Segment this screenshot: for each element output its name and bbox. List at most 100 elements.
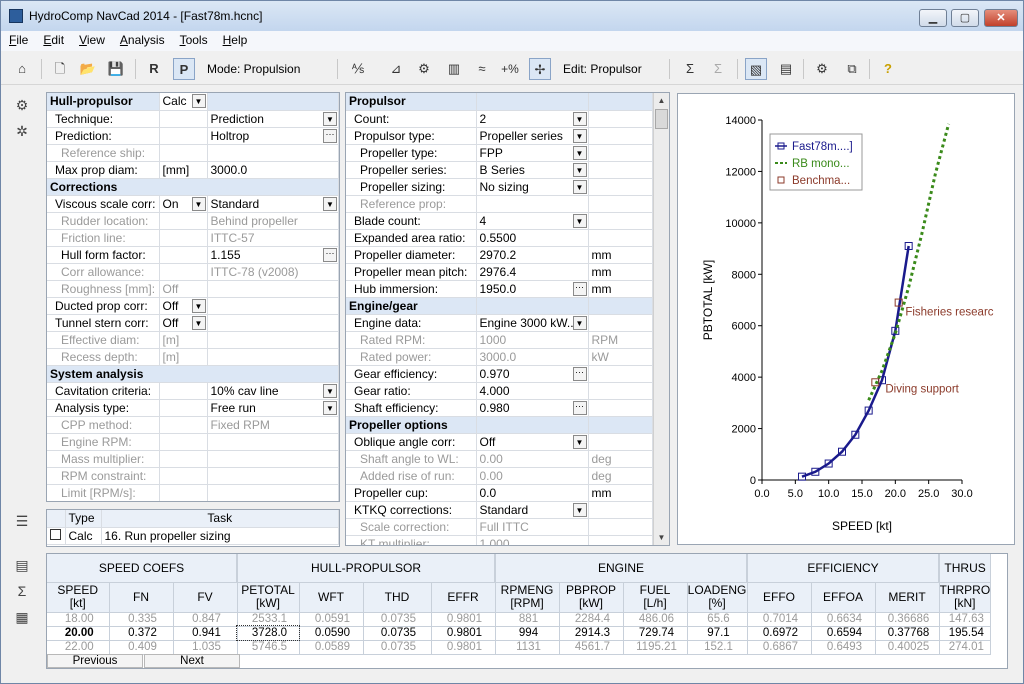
field-value[interactable]: 4.000 [476,382,589,400]
result-cell[interactable]: 994 [495,626,560,641]
field-value[interactable]: Engine 3000 kW... ▼ [476,314,589,332]
field-value[interactable]: 0.0 [476,484,589,502]
result-cell[interactable]: 729.74 [623,626,688,641]
result-cell[interactable]: 0.0735 [363,640,432,655]
dropdown-arrow-icon[interactable]: ▼ [572,213,587,228]
dropdown-arrow-icon[interactable]: ▼ [572,162,587,177]
scroll-down-icon[interactable]: ▼ [654,530,669,545]
hull-edit-icon[interactable]: ⊿ [385,58,407,80]
field-unit[interactable]: Off ▼ [159,314,208,332]
column-header[interactable]: FV [173,582,238,613]
dropdown-arrow-icon[interactable]: ▼ [323,400,337,415]
field-value[interactable]: FPP ▼ [476,144,589,162]
field-value[interactable]: 1.155 ··· [207,246,339,264]
sum-icon[interactable]: Σ [679,58,701,80]
ellipsis-icon[interactable]: ··· [323,247,337,262]
result-cell[interactable]: 0.37768 [875,626,940,641]
propulsor-scrollbar[interactable]: ▲ ▼ [653,93,669,545]
compare-icon[interactable]: ⧉ [841,58,863,80]
engine-icon[interactable]: ⚙ [413,58,435,80]
maximize-button[interactable]: ▢ [951,9,979,27]
result-cell[interactable]: 0.0591 [299,612,364,627]
field-value[interactable]: Prediction ▼ [207,110,339,128]
save-icon[interactable]: 💾 [105,58,127,80]
ellipsis-icon[interactable]: ··· [572,400,587,415]
field-value[interactable]: Off ▼ [476,433,589,451]
result-cell[interactable]: 2284.4 [559,612,624,627]
help-icon[interactable]: ? [877,58,899,80]
result-cell[interactable]: 195.54 [939,626,992,641]
chart-view-icon[interactable]: ▧ [745,58,767,80]
field-value[interactable] [207,314,339,332]
column-header[interactable]: EFFOA [811,582,876,613]
dropdown-arrow-icon[interactable]: ▼ [572,179,587,194]
result-cell[interactable]: 0.9801 [431,612,496,627]
dropdown-arrow-icon[interactable]: ▼ [191,94,206,108]
field-value[interactable]: 4 ▼ [476,212,589,230]
result-cell[interactable]: 1.035 [173,640,238,655]
dropdown-arrow-icon[interactable]: ▼ [572,434,587,449]
field-value[interactable]: 0.5500 [476,229,589,247]
result-cell[interactable]: 0.6972 [747,626,812,641]
next-button[interactable]: Next [144,654,240,668]
column-header[interactable]: EFFR [431,582,496,613]
minimize-button[interactable]: ▁ [919,9,947,27]
column-header[interactable]: FN [109,582,174,613]
result-cell[interactable]: 0.9801 [431,640,496,655]
result-cell[interactable]: 0.6634 [811,612,876,627]
result-cell[interactable]: 0.0589 [299,640,364,655]
result-cell[interactable]: 2914.3 [559,626,624,641]
result-cell[interactable]: 97.1 [687,626,748,641]
dropdown-arrow-icon[interactable]: ▼ [191,298,206,313]
field-value[interactable]: 2 ▼ [476,110,589,128]
result-cell[interactable]: 22.00 [47,640,110,655]
gear-icon[interactable]: ✲ [12,123,32,143]
result-cell[interactable]: 0.0735 [363,626,432,641]
result-cell[interactable]: 0.0590 [299,626,364,641]
column-header[interactable]: RPMENG [RPM] [495,582,560,613]
ellipsis-icon[interactable]: ··· [572,366,587,381]
close-button[interactable]: ✕ [984,9,1018,27]
field-value[interactable]: Free run ▼ [207,399,339,417]
menu-item-1[interactable]: Edit [35,31,71,47]
result-cell[interactable]: 0.372 [109,626,174,641]
result-cell[interactable]: 5746.5 [237,640,300,655]
column-header[interactable]: THD [363,582,432,613]
propulsion-mode-icon[interactable]: P [173,58,195,80]
dropdown-arrow-icon[interactable]: ▼ [572,315,587,330]
column-header[interactable]: MERIT [875,582,940,613]
task-name[interactable]: 16. Run propeller sizing [101,527,339,545]
sum-side-icon[interactable]: Σ [12,583,32,603]
result-cell[interactable]: 0.409 [109,640,174,655]
column-header[interactable]: THRPRO [kN] [939,582,992,613]
task-checkbox[interactable] [47,527,66,545]
result-cell[interactable]: 0.36686 [875,612,940,627]
units-icon[interactable]: ⅍ [347,58,369,80]
field-value[interactable]: 0.980 ··· [476,399,589,417]
dropdown-arrow-icon[interactable]: ▼ [323,196,337,211]
result-cell[interactable]: 1195.21 [623,640,688,655]
margin-icon[interactable]: +% [499,58,521,80]
environment-icon[interactable]: ≈ [471,58,493,80]
new-file-icon[interactable]: 🗋 [49,58,71,80]
ellipsis-icon[interactable]: ··· [323,128,337,143]
dropdown-arrow-icon[interactable]: ▼ [191,196,206,211]
result-cell[interactable]: 0.6493 [811,640,876,655]
list-icon[interactable]: ☰ [12,513,32,533]
field-value[interactable]: Holtrop ··· [207,127,339,145]
dropdown-arrow-icon[interactable]: ▼ [323,383,337,398]
field-unit[interactable]: On ▼ [159,195,208,213]
ellipsis-icon[interactable]: ··· [572,281,587,296]
field-value[interactable]: No sizing ▼ [476,178,589,196]
column-header[interactable]: LOADENG [%] [687,582,748,613]
propulsor-icon[interactable]: ✢ [529,58,551,80]
result-cell[interactable]: 0.941 [173,626,238,641]
result-cell[interactable]: 18.00 [47,612,110,627]
menu-item-2[interactable]: View [71,31,112,47]
settings-icon[interactable]: ⚙ [811,58,833,80]
dropdown-arrow-icon[interactable]: ▼ [572,145,587,160]
menu-item-3[interactable]: Analysis [112,31,172,47]
dropdown-arrow-icon[interactable]: ▼ [191,315,206,330]
result-cell[interactable]: 2533.1 [237,612,300,627]
result-cell[interactable]: 152.1 [687,640,748,655]
